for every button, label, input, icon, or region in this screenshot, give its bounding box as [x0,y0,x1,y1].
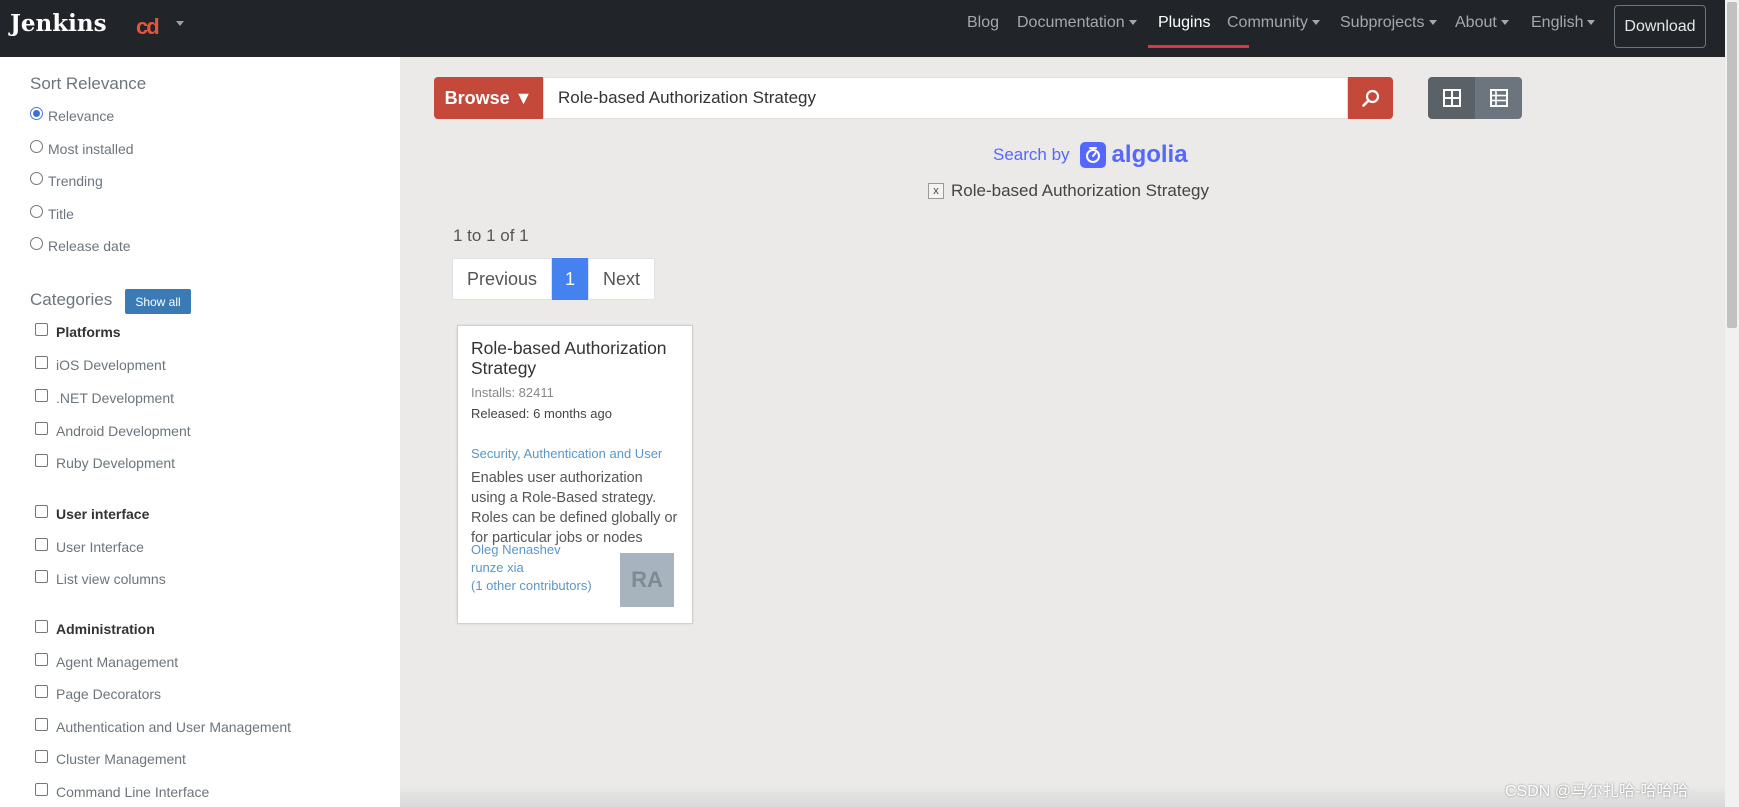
category-command-line-interface[interactable]: Command Line Interface [35,782,209,800]
browse-dropdown-button[interactable]: Browse ▼ [434,77,543,119]
grid-view-button[interactable] [1428,77,1475,119]
pagination-next[interactable]: Next [588,258,656,300]
chevron-down-icon [1428,20,1437,26]
checkbox[interactable] [35,421,48,435]
chevron-down-icon [1128,20,1137,26]
categories-heading: Categories [30,290,113,309]
category-user-interface-group[interactable]: User interface [35,504,149,522]
plugin-released: Released: 6 months ago [471,406,612,421]
checkbox[interactable] [35,749,48,763]
result-count: 1 to 1 of 1 [453,226,529,245]
show-all-button[interactable]: Show all [125,289,191,314]
category-platforms[interactable]: Platforms [35,322,121,340]
category-cluster-management[interactable]: Cluster Management [35,749,186,767]
sort-heading: Sort Relevance [30,74,147,93]
plugin-description: Enables user authorization using a Role-… [471,470,678,546]
sort-option-title[interactable]: Title [30,204,74,222]
nav-link-about[interactable]: About [1455,14,1509,32]
nav-links: Blog Documentation Plugins Community Sub… [0,0,1725,57]
maintainer-link[interactable]: Oleg Nenashev [471,541,592,559]
sort-option-trending[interactable]: Trending [30,171,103,189]
nav-link-blog[interactable]: Blog [967,14,999,32]
plugin-category-tags[interactable]: Security, Authentication and User [471,446,685,461]
chevron-down-icon [1500,20,1509,26]
search-submit-button[interactable] [1348,77,1393,119]
algolia-wordmark: algolia [1111,141,1188,168]
top-navbar: Jenkins cd Blog Documentation Plugins Co… [0,0,1725,57]
pagination: Previous 1 Next [452,258,656,300]
plugin-card[interactable]: Role-based Authorization Strategy Instal… [457,325,693,624]
maintainer-link[interactable]: runze xia [471,559,592,577]
search-by-algolia[interactable]: Search by algolia [993,141,1188,169]
algolia-logo-icon [1079,142,1106,168]
nav-link-english[interactable]: English [1531,14,1596,32]
radio-button[interactable] [30,171,43,185]
other-contributors[interactable]: (1 other contributors) [471,577,592,595]
category-list-view-columns[interactable]: List view columns [35,569,166,587]
table-view-icon [1489,89,1508,107]
nav-link-subprojects[interactable]: Subprojects [1340,14,1437,32]
radio-button[interactable] [30,139,43,153]
plugin-title[interactable]: Role-based Authorization Strategy [471,338,681,378]
checkbox[interactable] [35,684,48,698]
pagination-page-1[interactable]: 1 [552,258,589,300]
nav-link-community[interactable]: Community [1227,14,1320,32]
checkbox[interactable] [35,782,48,796]
checkbox[interactable] [35,619,48,633]
category-ruby-development[interactable]: Ruby Development [35,453,175,471]
remove-filter-button[interactable]: x [928,183,944,199]
category-android-development[interactable]: Android Development [35,421,191,439]
category-authentication-user-management[interactable]: Authentication and User Management [35,717,291,735]
pagination-previous[interactable]: Previous [452,258,553,300]
plugin-avatar: RA [620,553,674,607]
category-page-decorators[interactable]: Page Decorators [35,684,161,702]
category-agent-management[interactable]: Agent Management [35,652,178,670]
nav-link-documentation[interactable]: Documentation [1017,14,1137,32]
grid-view-icon [1442,89,1461,107]
checkbox[interactable] [35,322,48,336]
radio-button[interactable] [30,204,43,218]
plugin-search-input[interactable]: Role-based Authorization Strategy [543,77,1348,119]
scrollbar-thumb[interactable] [1727,2,1737,328]
checkbox[interactable] [35,569,48,583]
category-net-development[interactable]: .NET Development [35,388,174,406]
sort-option-relevance[interactable]: Relevance [30,106,114,124]
category-administration[interactable]: Administration [35,619,155,637]
sort-option-release-date[interactable]: Release date [30,236,131,254]
csdn-watermark: CSDN @马尔扎哈-哈哈哈 [1505,783,1689,800]
radio-button[interactable] [30,106,43,120]
chevron-down-icon [1587,20,1596,26]
checkbox[interactable] [35,504,48,518]
search-icon [1361,89,1379,107]
checkbox[interactable] [35,388,48,402]
checkbox[interactable] [35,537,48,551]
checkbox[interactable] [35,453,48,467]
category-ios-development[interactable]: iOS Development [35,355,166,373]
radio-button[interactable] [30,236,43,250]
checkbox[interactable] [35,355,48,369]
filter-sidebar: Sort Relevance Relevance Most installed … [0,57,400,807]
active-nav-indicator [1148,45,1249,48]
page-scrollbar[interactable] [1725,0,1739,807]
checkbox[interactable] [35,652,48,666]
list-view-button[interactable] [1475,77,1522,119]
plugin-installs: Installs: 82411 [471,385,554,400]
category-user-interface[interactable]: User Interface [35,537,144,555]
active-filter-label: Role-based Authorization Strategy [951,181,1209,200]
chevron-down-icon [1311,20,1320,26]
plugin-maintainers: Oleg Nenashev runze xia (1 other contrib… [471,541,592,595]
nav-link-plugins[interactable]: Plugins [1158,14,1210,32]
checkbox[interactable] [35,717,48,731]
active-filter-chip: x Role-based Authorization Strategy [928,181,1209,201]
search-by-label: Search by [993,145,1070,164]
sort-option-most-installed[interactable]: Most installed [30,139,134,157]
download-button[interactable]: Download [1614,5,1706,48]
